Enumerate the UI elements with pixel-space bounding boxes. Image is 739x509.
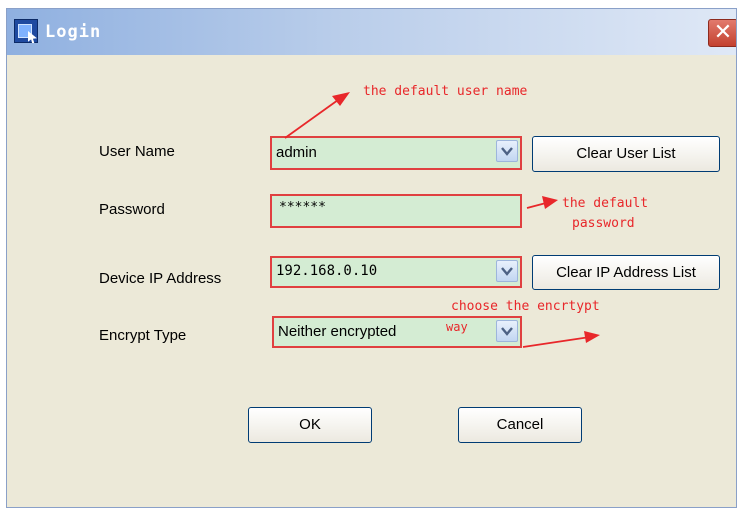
user-name-dropdown-button[interactable] [496, 140, 518, 162]
password-label: Password [99, 201, 165, 218]
close-icon: ✕ [713, 19, 733, 44]
password-field[interactable]: ****** [270, 194, 522, 228]
annotation-default-user: the default user name [363, 84, 528, 99]
password-value: ****** [279, 200, 326, 215]
title-bar[interactable]: Login ✕ [7, 9, 736, 55]
cancel-button[interactable]: Cancel [458, 407, 582, 443]
clear-ip-address-list-button[interactable]: Clear IP Address List [532, 255, 720, 290]
annotation-encrypt-line2: way [446, 320, 468, 334]
device-ip-value: 192.168.0.10 [276, 263, 378, 279]
user-name-label: User Name [99, 143, 175, 160]
app-icon [14, 19, 38, 43]
device-ip-dropdown-button[interactable] [496, 260, 518, 282]
device-ip-label: Device IP Address [99, 270, 222, 287]
window-title: Login [45, 22, 102, 42]
annotation-default-password-line1: the default [562, 196, 649, 211]
chevron-down-icon [501, 147, 513, 156]
annotation-default-password-line2: password [572, 216, 635, 231]
device-ip-combobox[interactable]: 192.168.0.10 [270, 256, 522, 288]
clear-user-list-button[interactable]: Clear User List [532, 136, 720, 172]
encrypt-type-dropdown-button[interactable] [496, 320, 518, 342]
annotation-encrypt-line1: choose the encrtypt [451, 299, 600, 314]
user-name-combobox[interactable]: admin [270, 136, 522, 170]
user-name-value: admin [276, 144, 317, 161]
encrypt-type-value: Neither encrypted [278, 323, 397, 340]
encrypt-type-combobox[interactable]: Neither encrypted [272, 316, 522, 348]
encrypt-type-label: Encrypt Type [99, 327, 187, 344]
close-button[interactable]: ✕ [708, 19, 736, 47]
chevron-down-icon [501, 267, 513, 276]
chevron-down-icon [501, 327, 513, 336]
ok-button[interactable]: OK [248, 407, 372, 443]
